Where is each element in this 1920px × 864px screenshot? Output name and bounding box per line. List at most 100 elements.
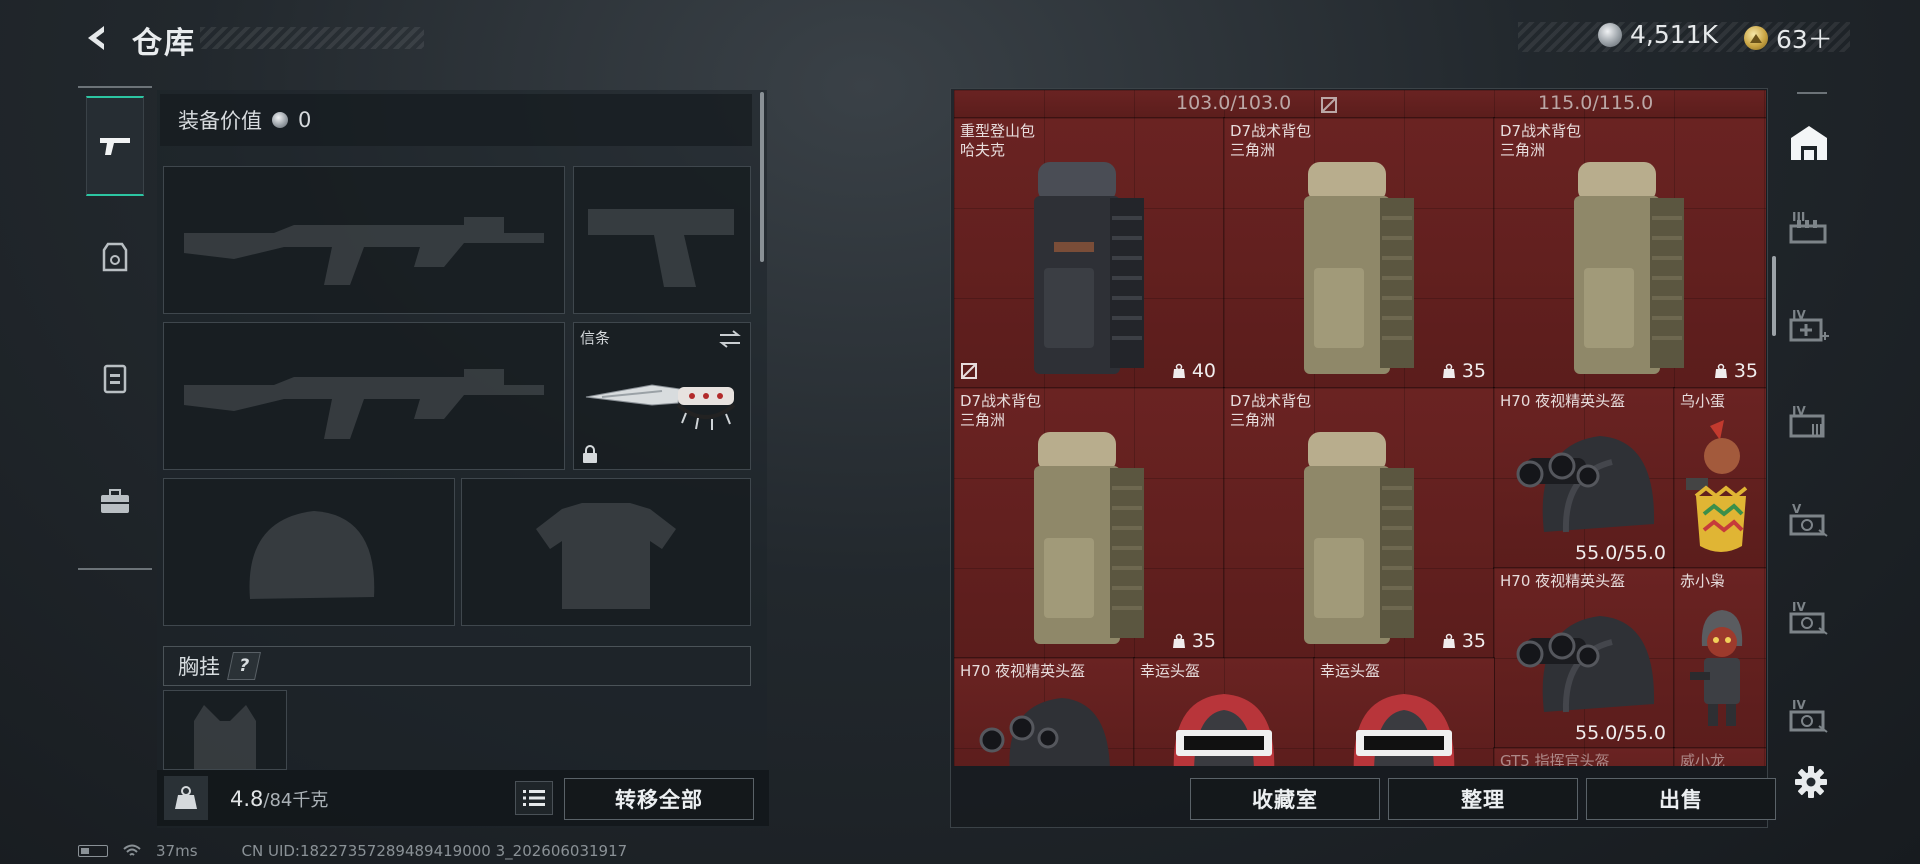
inventory-item[interactable]: 赤小枭	[1673, 567, 1766, 749]
tab-gun-case-2[interactable]: IV	[1786, 598, 1832, 644]
armor-silhouette-icon	[536, 503, 676, 609]
inventory-item[interactable]: 重型登山包 哈夫克 40	[954, 117, 1225, 389]
item-name: D7战术背包 三角洲	[1500, 122, 1582, 159]
currency-silver[interactable]: 4,511K	[1598, 20, 1718, 49]
tab-ammo-crate[interactable]: III	[1786, 208, 1832, 254]
chest-rig-slot[interactable]	[163, 690, 287, 770]
item-name: 重型登山包 哈夫克	[960, 122, 1036, 159]
tab-backpack[interactable]	[86, 328, 144, 428]
sell-button[interactable]: 出售	[1586, 778, 1776, 820]
equipment-scrollbar[interactable]	[760, 92, 764, 262]
tab-medical-case[interactable]: IV	[1786, 306, 1832, 352]
weight-max: /84千克	[263, 790, 329, 811]
settings-button[interactable]	[1791, 762, 1831, 802]
backpack-tan-image	[1304, 162, 1414, 374]
help-button[interactable]: ?	[227, 652, 261, 680]
inventory-item[interactable]: H70 夜视精英头盔	[954, 657, 1135, 766]
pistol-slot[interactable]	[573, 166, 751, 314]
primary-weapon-slot-1[interactable]	[163, 166, 565, 314]
equipment-value-bar: 装备价值 0	[160, 94, 752, 146]
backpack-tan-image	[1034, 432, 1144, 644]
capacity-bag-icon	[1442, 633, 1455, 648]
tab-equipment-case[interactable]: IV	[1786, 402, 1832, 448]
item-name: 幸运头盔	[1320, 662, 1381, 680]
pistol-silhouette-icon	[588, 209, 734, 287]
item-name: D7战术背包 三角洲	[960, 392, 1042, 429]
tab-armor[interactable]	[86, 208, 144, 308]
back-button[interactable]	[78, 20, 114, 56]
inventory-item[interactable]: D7战术背包 三角洲 35	[1223, 387, 1495, 659]
primary-weapon-slot-2[interactable]	[163, 322, 565, 470]
inventory-item[interactable]: D7战术背包 三角洲 35	[1493, 117, 1766, 389]
inventory-item[interactable]: H70 夜视精英头盔 55.0/55.0	[1493, 387, 1675, 569]
transfer-all-button[interactable]: 转移全部	[564, 778, 754, 820]
ping-text: 37ms	[156, 842, 198, 860]
item-name: 乌小蛋	[1680, 392, 1726, 410]
nv-helmet-image	[1516, 436, 1655, 533]
nv-helmet-image	[979, 698, 1110, 766]
tab-briefcase[interactable]	[86, 452, 144, 552]
armor-vest-icon	[102, 242, 128, 272]
silver-amount: 4,511K	[1630, 20, 1718, 49]
chest-rig-label: 胸挂	[178, 655, 220, 679]
lucky-helmet-image	[1353, 694, 1455, 766]
backpack-dark-image	[1034, 162, 1144, 374]
category-strip	[78, 86, 152, 570]
capacity-bag-icon	[1172, 363, 1185, 378]
tier-label: III	[1792, 210, 1806, 224]
helmet-slot[interactable]	[163, 478, 455, 626]
item-name: H70 夜视精英头盔	[1500, 572, 1626, 590]
tab-gun-case-1[interactable]: V	[1786, 500, 1832, 546]
weight-readout: 4.8/84千克	[230, 786, 328, 812]
inventory-item[interactable]: GT5 指挥官头盔	[1493, 747, 1675, 766]
capacity-bag-icon	[1172, 633, 1185, 648]
currency-gold[interactable]: 63＋	[1744, 20, 1833, 56]
item-name: 幸运头盔	[1140, 662, 1201, 680]
equipment-value-label: 装备价值	[178, 109, 262, 133]
inventory-top-partial-row[interactable]: 103.0/103.0 115.0/115.0	[954, 90, 1766, 119]
tab-weapons[interactable]	[86, 96, 144, 196]
knife-icon	[585, 384, 736, 430]
uid-text: CN UID:18227357289489419000 3_2026060319…	[241, 842, 628, 860]
status-bar: 37ms CN UID:18227357289489419000 3_20260…	[78, 842, 627, 860]
collectible-owl-figure-image	[1690, 610, 1743, 726]
title-decoration	[200, 27, 424, 49]
item-capacity: 35	[1441, 630, 1486, 652]
no-insure-icon	[961, 363, 977, 379]
lock-icon	[583, 445, 597, 463]
gold-coin-icon	[1744, 26, 1768, 50]
item-name: H70 夜视精英头盔	[960, 662, 1086, 680]
tab-storehouse[interactable]	[1786, 120, 1832, 166]
no-insure-icon	[1321, 97, 1337, 113]
page-title: 仓库	[132, 26, 196, 61]
item-name: GT5 指挥官头盔	[1500, 752, 1610, 766]
melee-slot[interactable]: 信条	[573, 322, 751, 470]
top-capacity-1: 103.0/103.0	[1176, 92, 1292, 114]
back-arrow-icon	[88, 26, 104, 50]
inventory-item[interactable]: 幸运头盔	[1313, 657, 1495, 766]
inventory-item[interactable]: D7战术背包 三角洲 35	[954, 387, 1225, 659]
body-armor-slot[interactable]	[461, 478, 751, 626]
backpack-icon	[103, 364, 127, 394]
list-view-button[interactable]	[515, 781, 553, 815]
weight-icon	[164, 776, 208, 820]
inventory-item[interactable]: H70 夜视精英头盔 55.0/55.0	[1493, 567, 1675, 749]
equipment-value: 0	[298, 108, 312, 132]
inventory-scrollbar[interactable]	[1772, 256, 1776, 336]
inventory-item[interactable]: 威小龙	[1673, 747, 1766, 766]
item-name: 威小龙	[1680, 752, 1726, 766]
item-capacity: 40	[1171, 360, 1216, 382]
tier-label: IV	[1792, 404, 1806, 418]
item-name: 赤小枭	[1680, 572, 1726, 590]
rifle-silhouette-icon	[184, 369, 544, 439]
chest-rig-header: 胸挂 ?	[163, 646, 751, 686]
inventory-item[interactable]: D7战术背包 三角洲 35	[1223, 117, 1495, 389]
collection-room-button[interactable]: 收藏室	[1190, 778, 1380, 820]
inventory-item[interactable]: 乌小蛋	[1673, 387, 1766, 569]
tab-gun-case-3[interactable]: IV	[1786, 696, 1832, 742]
storage-tab-strip: III IV IV V IV IV	[1778, 92, 1840, 772]
sort-button[interactable]: 整理	[1388, 778, 1578, 820]
item-durability: 55.0/55.0	[1574, 722, 1666, 744]
inventory-item[interactable]: 幸运头盔	[1133, 657, 1315, 766]
swap-icon[interactable]	[718, 329, 742, 349]
